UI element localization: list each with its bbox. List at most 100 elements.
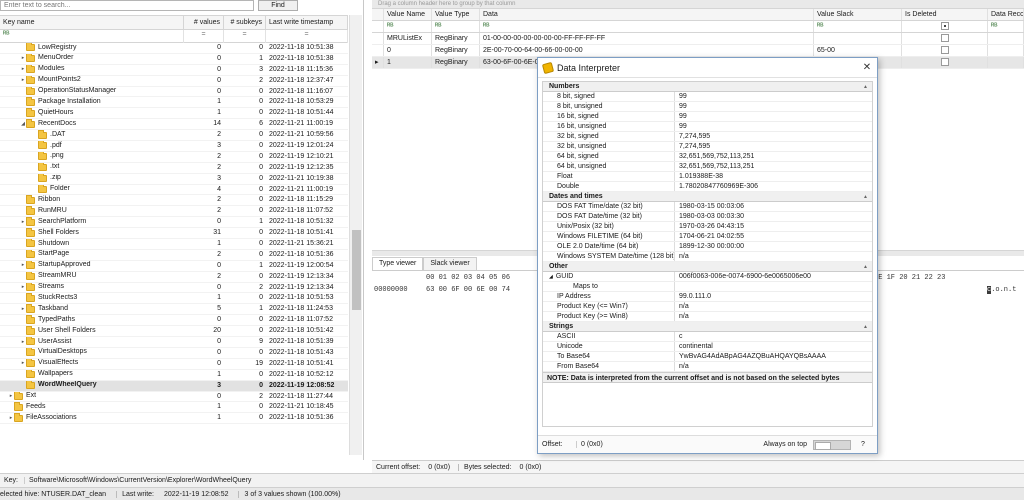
value-row[interactable]: 0 RegBinary 2E-00-70-00-64-00-66-00-00-00 6… bbox=[372, 45, 1024, 57]
column-subkeys[interactable]: # subkeys bbox=[224, 16, 266, 29]
value-row[interactable]: MRUListEx RegBinary 01-00-00-00-00-00-00-0… bbox=[372, 33, 1024, 45]
tree-row[interactable]: Shell Folders 31 0 2022-11-18 10:51:41 bbox=[0, 228, 348, 240]
tree-row[interactable]: QuietHours 1 0 2022-11-18 10:51:44 bbox=[0, 108, 348, 120]
filter-is-deleted[interactable] bbox=[902, 21, 988, 32]
interpreter-section-header[interactable]: Dates and times ▲ bbox=[543, 192, 872, 202]
interpreter-value[interactable]: 006f0063-006e-0074-6900-6e0065006e00 bbox=[675, 272, 811, 281]
interpreter-value[interactable]: 99 bbox=[675, 102, 687, 111]
tree-row[interactable]: ▸ SearchPlatform 0 1 2022-11-18 10:51:32 bbox=[0, 217, 348, 229]
filter-data[interactable]: ᴿᴮ bbox=[480, 21, 814, 32]
column-value-slack[interactable]: Value Slack bbox=[814, 9, 902, 20]
tab-slack-viewer[interactable]: Slack viewer bbox=[423, 257, 477, 270]
interpreter-value[interactable]: 99 bbox=[675, 112, 687, 121]
tree-row[interactable]: Package Installation 1 0 2022-11-18 10:53:2… bbox=[0, 97, 348, 109]
interpreter-section-header[interactable]: Other ▲ bbox=[543, 262, 872, 272]
tree-row[interactable]: ▸ MountPoints2 0 2 2022-11-18 12:37:47 bbox=[0, 75, 348, 87]
group-by-hint[interactable]: Drag a column header here to group by th… bbox=[372, 0, 1024, 8]
deleted-filter-checkbox[interactable] bbox=[940, 22, 949, 31]
interpreter-section-header[interactable]: Strings ▲ bbox=[543, 322, 872, 332]
collapse-icon[interactable]: ▲ bbox=[863, 192, 868, 202]
column-value-name[interactable]: Value Name bbox=[384, 9, 432, 20]
interpreter-row[interactable]: IP Address 99.0.111.0 bbox=[543, 292, 872, 302]
interpreter-value[interactable]: n/a bbox=[675, 362, 689, 371]
interpreter-row[interactable]: 16 bit, signed 99 bbox=[543, 112, 872, 122]
interpreter-row[interactable]: 64 bit, unsigned 32,651,569,752,113,251 bbox=[543, 162, 872, 172]
tree-row[interactable]: .png 2 0 2022-11-19 12:10:21 bbox=[0, 151, 348, 163]
tree-row[interactable]: User Shell Folders 20 0 2022-11-18 10:51:42 bbox=[0, 326, 348, 338]
interpreter-value[interactable]: 1.019388E-38 bbox=[675, 172, 723, 181]
expand-arrow-icon[interactable]: ◢ bbox=[549, 274, 553, 280]
collapse-icon[interactable]: ▲ bbox=[863, 262, 868, 272]
filter-subkeys[interactable]: = bbox=[224, 30, 266, 43]
tree-row[interactable]: ▸ Taskband 5 1 2022-11-18 11:24:53 bbox=[0, 304, 348, 316]
interpreter-row[interactable]: DOS FAT Time/date (32 bit) 1980-03-15 00:… bbox=[543, 202, 872, 212]
interpreter-row[interactable]: DOS FAT Date/time (32 bit) 1980-03-03 00:… bbox=[543, 212, 872, 222]
interpreter-value[interactable]: n/a bbox=[675, 252, 689, 261]
tree-row[interactable]: .DAT 2 0 2022-11-21 10:59:56 bbox=[0, 130, 348, 142]
interpreter-row[interactable]: 32 bit, unsigned 7,274,595 bbox=[543, 142, 872, 152]
interpreter-row[interactable]: Windows SYSTEM Date/time (128 bit) n/a bbox=[543, 252, 872, 262]
data-interpreter-titlebar[interactable]: Data Interpreter ✕ bbox=[538, 58, 877, 78]
interpreter-value[interactable]: 99.0.111.0 bbox=[675, 292, 711, 301]
tree-row[interactable]: ▸ VisualEffects 0 19 2022-11-18 10:51:41 bbox=[0, 358, 348, 370]
hex-ascii[interactable]: c.o.n.t bbox=[987, 286, 1016, 294]
data-interpreter-window[interactable]: Data Interpreter ✕ Numbers ▲ 8 bit, signed… bbox=[537, 57, 878, 454]
interpreter-value[interactable]: 1899-12-30 00:00:00 bbox=[675, 242, 744, 251]
tree-row[interactable]: ▸ FileAssociations 1 0 2022-11-18 10:51:36 bbox=[0, 413, 348, 425]
filter-value-type[interactable]: ᴿᴮ bbox=[432, 21, 480, 32]
search-input[interactable] bbox=[0, 0, 254, 11]
interpreter-value[interactable]: n/a bbox=[675, 312, 689, 321]
tree-row[interactable]: ▸ Modules 0 3 2022-11-18 11:15:36 bbox=[0, 64, 348, 76]
interpreter-row[interactable]: Product Key (<= Win7) n/a bbox=[543, 302, 872, 312]
tree-row[interactable]: ▸ UserAssist 0 9 2022-11-18 10:51:39 bbox=[0, 337, 348, 348]
interpreter-value[interactable]: 1.78020847760969E-306 bbox=[675, 182, 758, 191]
interpreter-value[interactable]: 1970-03-26 04:43:15 bbox=[675, 222, 744, 231]
interpreter-value[interactable]: n/a bbox=[675, 302, 689, 311]
column-is-deleted[interactable]: Is Deleted bbox=[902, 9, 988, 20]
interpreter-row[interactable]: 16 bit, unsigned 99 bbox=[543, 122, 872, 132]
interpreter-value[interactable]: 32,651,569,752,113,251 bbox=[675, 152, 754, 161]
tab-type-viewer[interactable]: Type viewer bbox=[372, 257, 424, 270]
column-key-name[interactable]: Key name bbox=[0, 16, 184, 29]
tree-row[interactable]: ▸ Streams 0 2 2022-11-19 12:13:34 bbox=[0, 282, 348, 294]
tree-row[interactable]: VirtualDesktops 0 0 2022-11-18 10:51:43 bbox=[0, 347, 348, 359]
tree-row[interactable]: Folder 4 0 2022-11-21 11:00:19 bbox=[0, 184, 348, 196]
interpreter-row[interactable]: Double 1.78020847760969E-306 bbox=[543, 182, 872, 192]
tree-row[interactable]: RunMRU 2 0 2022-11-18 11:07:52 bbox=[0, 206, 348, 218]
key-path[interactable]: Software\Microsoft\Windows\CurrentVersio… bbox=[24, 477, 251, 484]
interpreter-row[interactable]: Float 1.019388E-38 bbox=[543, 172, 872, 182]
hex-bytes[interactable]: 63 00 6F 00 6E 00 74 bbox=[426, 286, 510, 294]
interpreter-row[interactable]: Windows FILETIME (64 bit) 1704-06-21 04:0… bbox=[543, 232, 872, 242]
interpreter-row[interactable]: ◢ GUID 006f0063-006e-0074-6900-6e0065006e0… bbox=[543, 272, 872, 282]
help-icon[interactable]: ? bbox=[861, 441, 871, 448]
interpreter-value[interactable]: 1980-03-15 00:03:06 bbox=[675, 202, 744, 211]
tree-row[interactable]: .pdf 3 0 2022-11-19 12:01:24 bbox=[0, 141, 348, 152]
filter-timestamp[interactable]: = bbox=[266, 30, 348, 43]
close-icon[interactable]: ✕ bbox=[857, 62, 877, 73]
interpreter-section-header[interactable]: Numbers ▲ bbox=[543, 82, 872, 92]
collapse-icon[interactable]: ▲ bbox=[863, 82, 868, 92]
tree-row[interactable]: Feeds 1 0 2022-11-21 10:18:45 bbox=[0, 402, 348, 414]
interpreter-row[interactable]: 8 bit, unsigned 99 bbox=[543, 102, 872, 112]
interpreter-row[interactable]: Unicode continental bbox=[543, 342, 872, 352]
interpreter-value[interactable]: c bbox=[675, 332, 683, 341]
filter-value-slack[interactable]: ᴿᴮ bbox=[814, 21, 902, 32]
interpreter-value[interactable]: 7,274,595 bbox=[675, 142, 710, 151]
interpreter-value[interactable]: 7,274,595 bbox=[675, 132, 710, 141]
interpreter-value[interactable]: YwBvAG4AdABpAG4AZQBuAHQAYQBsAAAA bbox=[675, 352, 826, 361]
collapse-icon[interactable]: ▲ bbox=[863, 322, 868, 332]
interpreter-row[interactable]: ASCII c bbox=[543, 332, 872, 342]
filter-value-name[interactable]: ᴿᴮ bbox=[384, 21, 432, 32]
scrollbar-thumb[interactable] bbox=[352, 230, 361, 310]
is-deleted-checkbox[interactable] bbox=[940, 58, 949, 67]
tree-row[interactable]: .zip 3 0 2022-11-21 10:19:38 bbox=[0, 173, 348, 185]
interpreter-value[interactable]: 32,651,569,752,113,251 bbox=[675, 162, 754, 171]
column-value-type[interactable]: Value Type bbox=[432, 9, 480, 20]
interpreter-value[interactable]: 99 bbox=[675, 122, 687, 131]
interpreter-row[interactable]: Unix/Posix (32 bit) 1970-03-26 04:43:15 bbox=[543, 222, 872, 232]
interpreter-row[interactable]: 32 bit, signed 7,274,595 bbox=[543, 132, 872, 142]
tree-row[interactable]: ◢ RecentDocs 14 6 2022-11-21 11:00:19 bbox=[0, 119, 348, 131]
column-values[interactable]: # values bbox=[184, 16, 224, 29]
interpreter-value[interactable]: continental bbox=[675, 342, 713, 351]
tree-row[interactable]: .txt 2 0 2022-11-19 12:12:35 bbox=[0, 162, 348, 174]
